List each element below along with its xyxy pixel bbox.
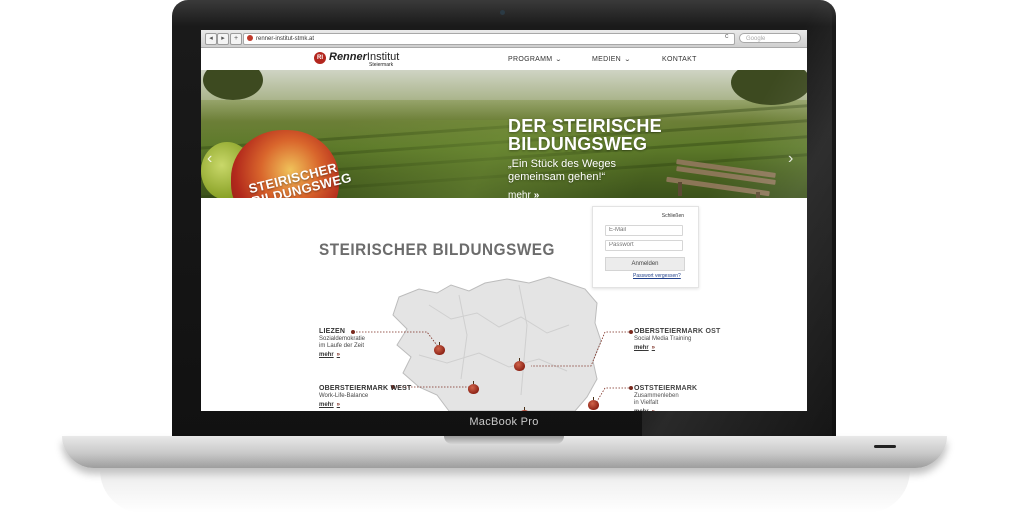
add-tab-button[interactable]: + [230,33,242,45]
double-arrow-icon: » [336,402,341,408]
hero-more-link[interactable]: mehr» [508,190,539,198]
chevron-down-icon: ⌄ [555,57,563,63]
region-more-link[interactable]: mehr» [634,409,697,411]
browser-toolbar: ◂ ▸ + renner-institut-stmk.at c Google [201,30,807,48]
region-obersteiermark-west: OBERSTEIERMARK WEST Work-Life-Balance me… [319,385,412,409]
back-button[interactable]: ◂ [205,33,217,45]
apple-marker-icon[interactable] [588,397,599,410]
map-connectors [353,331,629,404]
region-liezen: LIEZEN Sozialdemokratie im Laufe der Zei… [319,328,366,359]
hero-title: DER STEIRISCHE BILDUNGSWEG [508,116,662,154]
slider-prev-icon[interactable]: ‹ [207,150,212,168]
nav-item-medien[interactable]: MEDIEN ⌄ [592,56,632,63]
hero-banner: STEIRISCHER BILDUNGSWEG DER STEIRISCHE BIL… [201,70,807,198]
laptop-screen: ◂ ▸ + renner-institut-stmk.at c Google R… [201,30,807,411]
double-arrow-icon: » [533,190,539,198]
region-dot [629,386,633,390]
logo-badge: RI [314,52,326,64]
laptop-reflection [100,470,910,513]
bench-image [666,159,786,198]
laptop-base [62,436,947,468]
apple-marker-icon[interactable] [468,381,479,394]
region-oststeiermark: OSTSTEIERMARK Zusammenleben in Vielfalt … [634,385,697,411]
region-more-link[interactable]: mehr» [319,352,365,359]
region-dot [629,330,633,334]
double-arrow-icon: » [652,409,655,411]
apple-marker-icon[interactable] [434,342,445,355]
favicon-icon [247,35,253,41]
url-text: renner-institut-stmk.at [256,36,315,42]
sleep-light [874,445,896,448]
hero-quote: „Ein Stück des Weges gemeinsam gehen!“ [508,158,617,183]
slider-next-icon[interactable]: › [788,150,793,168]
nav-item-programm[interactable]: PROGRAMM ⌄ [508,56,562,63]
forward-button[interactable]: ▸ [217,33,229,45]
address-bar[interactable]: renner-institut-stmk.at [243,33,735,45]
main-content: STEIRISCHER BILDUNGSWEG Schließen Anmeld… [201,198,807,411]
nav-item-kontakt[interactable]: KONTAKT [662,56,697,63]
region-more-link[interactable]: mehr» [634,345,720,352]
double-arrow-icon: » [651,345,656,351]
laptop-brand-label: MacBook Pro [469,416,539,428]
region-obersteiermark-ost: OBERSTEIERMARK OST Social Media Training… [634,328,721,352]
region-more-link[interactable]: mehr» [319,402,411,409]
apple-marker-icon[interactable] [514,358,525,371]
double-arrow-icon: » [336,352,341,358]
chevron-down-icon: ⌄ [623,57,632,63]
site-header: RI RennerInstitut Steiermark PROGRAMM ⌄ M… [201,48,807,70]
logo-subtitle: Steiermark [369,62,394,68]
laptop-lid: ◂ ▸ + renner-institut-stmk.at c Google R… [172,0,836,437]
lid-notch [444,436,564,444]
browser-search-input[interactable]: Google [739,33,801,43]
camera [500,10,505,15]
hero-sky [201,70,807,100]
reload-icon[interactable]: c [725,33,729,40]
